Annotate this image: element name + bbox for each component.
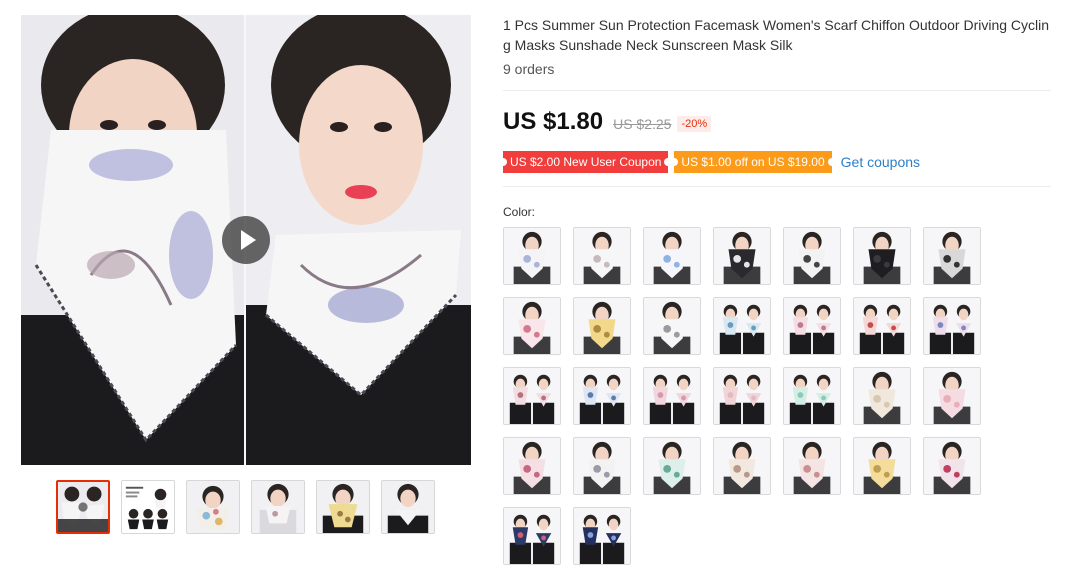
thumbnail-6[interactable] — [381, 480, 435, 534]
color-swatch-image — [714, 368, 770, 424]
thumbnail-image — [122, 481, 174, 533]
color-swatch-pink-beige-floral[interactable] — [783, 437, 841, 495]
color-swatch-image — [924, 438, 980, 494]
thumbnail-strip — [56, 480, 435, 534]
order-count: 9 orders — [503, 61, 555, 77]
color-swatch-image — [504, 508, 560, 564]
thumbnail-image — [187, 481, 239, 533]
divider — [503, 90, 1051, 91]
get-coupons-link[interactable]: Get coupons — [841, 154, 920, 170]
color-label: Color: — [503, 205, 536, 219]
color-swatch-image — [644, 368, 700, 424]
color-swatch-beige-solid[interactable] — [853, 367, 911, 425]
color-swatch-pink-solid[interactable] — [923, 367, 981, 425]
color-swatch-pink-floral-2[interactable] — [503, 437, 561, 495]
color-swatch-pink-pair[interactable] — [643, 367, 701, 425]
color-swatch-image — [504, 298, 560, 354]
current-price: US $1.80 — [503, 108, 604, 135]
original-price: US $2.25 — [613, 116, 672, 132]
thumbnail-5[interactable] — [316, 480, 370, 534]
color-swatch-image — [854, 298, 910, 354]
thumbnail-4[interactable] — [251, 480, 305, 534]
thumbnail-3[interactable] — [186, 480, 240, 534]
color-swatch-image — [784, 368, 840, 424]
color-swatch-black-solid[interactable] — [853, 227, 911, 285]
color-swatch-white-print[interactable] — [573, 437, 631, 495]
color-swatch-light-blue-floral[interactable] — [643, 227, 701, 285]
thumbnail-2[interactable] — [121, 480, 175, 534]
color-swatch-white-black-print[interactable] — [783, 227, 841, 285]
color-swatch-pink-print-pair[interactable] — [783, 297, 841, 355]
color-swatch-yellow-floral[interactable] — [573, 297, 631, 355]
color-swatch-pink-floral[interactable] — [503, 297, 561, 355]
color-swatch-blue-print-pair[interactable] — [713, 297, 771, 355]
color-swatch-white-blue-floral[interactable] — [503, 227, 561, 285]
color-swatch-image — [504, 438, 560, 494]
color-swatch-image — [574, 228, 630, 284]
color-swatch-navy-floral-pair[interactable] — [503, 507, 561, 565]
color-swatch-black-white-floral[interactable] — [713, 227, 771, 285]
play-video-button[interactable] — [222, 216, 270, 264]
price-row: US $1.80 US $2.25 -20% — [503, 108, 712, 136]
color-swatch-red-print-pair[interactable] — [853, 297, 911, 355]
discount-badge: -20% — [677, 116, 712, 132]
color-swatch-mint-pair[interactable] — [783, 367, 841, 425]
color-swatch-white-floral[interactable] — [573, 227, 631, 285]
color-swatch-image — [924, 368, 980, 424]
color-swatch-beige-floral[interactable] — [713, 437, 771, 495]
color-swatch-image — [854, 368, 910, 424]
color-swatch-image — [574, 368, 630, 424]
color-swatch-image — [924, 228, 980, 284]
color-swatch-image — [574, 508, 630, 564]
color-swatch-image — [714, 228, 770, 284]
product-title: 1 Pcs Summer Sun Protection Facemask Wom… — [503, 17, 1050, 53]
color-swatch-image — [644, 298, 700, 354]
color-swatch-image — [924, 298, 980, 354]
color-swatch-image — [714, 438, 770, 494]
color-swatch-white-dots[interactable] — [643, 297, 701, 355]
divider — [503, 186, 1051, 187]
color-swatch-pink-solid-pair[interactable] — [713, 367, 771, 425]
color-swatch-blue-print-pair-2[interactable] — [573, 367, 631, 425]
color-swatch-image — [644, 438, 700, 494]
color-swatch-image — [854, 438, 910, 494]
color-swatch-image — [854, 228, 910, 284]
thumbnail-image — [58, 482, 108, 532]
color-swatch-image — [784, 298, 840, 354]
color-swatch-image — [504, 368, 560, 424]
main-product-image[interactable] — [21, 15, 471, 465]
color-swatch-image — [714, 298, 770, 354]
thumbnail-image — [252, 481, 304, 533]
color-swatch-mixed-print-pair[interactable] — [923, 297, 981, 355]
store-coupon[interactable]: US $1.00 off on US $19.00 — [670, 151, 836, 173]
color-swatch-blue-red-floral[interactable] — [923, 437, 981, 495]
thumbnail-image — [382, 481, 434, 533]
color-swatch-mint-print[interactable] — [643, 437, 701, 495]
color-swatch-image — [574, 298, 630, 354]
thumbnail-image — [317, 481, 369, 533]
color-swatch-image — [784, 228, 840, 284]
color-swatch-yellow-print[interactable] — [853, 437, 911, 495]
color-swatch-image — [504, 228, 560, 284]
color-swatch-image — [574, 438, 630, 494]
color-swatch-image — [644, 228, 700, 284]
new-user-coupon[interactable]: US $2.00 New User Coupon — [498, 151, 673, 173]
coupon-row: US $2.00 New User Coupon US $1.00 off on… — [498, 151, 920, 173]
color-swatch-pink-print-pair-2[interactable] — [503, 367, 561, 425]
color-swatch-navy-print-pair[interactable] — [573, 507, 631, 565]
color-swatch-image — [784, 438, 840, 494]
color-swatch-black-white-stripe[interactable] — [923, 227, 981, 285]
thumbnail-1[interactable] — [56, 480, 110, 534]
